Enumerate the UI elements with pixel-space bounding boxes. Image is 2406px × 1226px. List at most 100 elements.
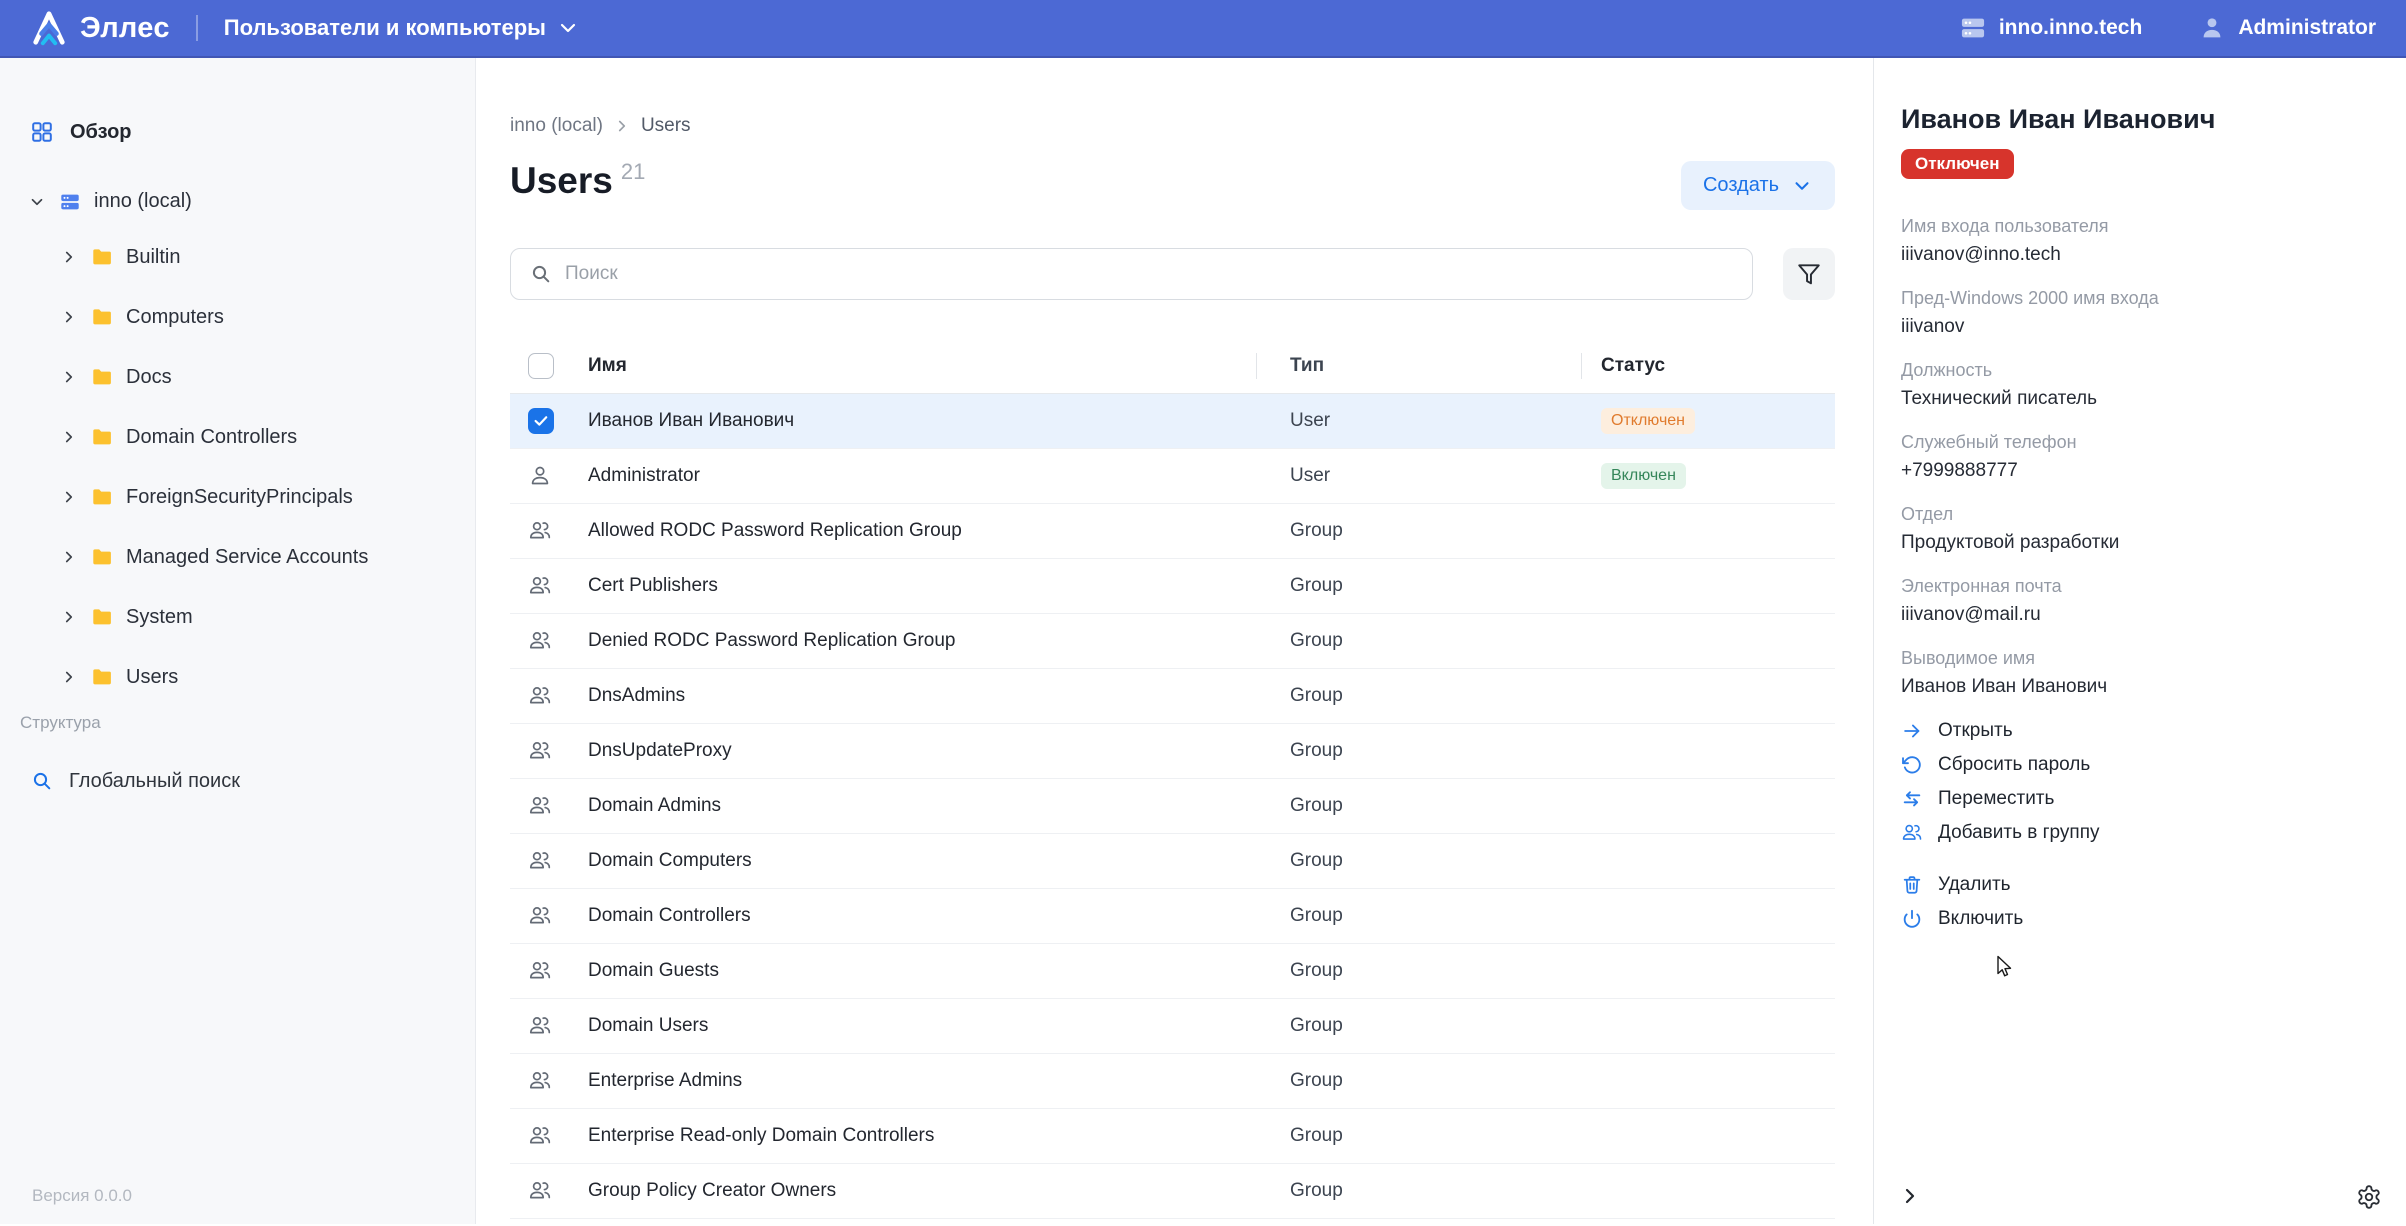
chevron-right-icon[interactable]	[60, 668, 78, 686]
field-department: Отдел Продуктовой разработки	[1901, 503, 2380, 555]
table-row[interactable]: Domain Computers Group	[510, 834, 1835, 889]
field-job-title: Должность Технический писатель	[1901, 359, 2380, 411]
select-all-checkbox[interactable]	[528, 353, 554, 379]
search-icon	[529, 262, 553, 286]
tree-item-system[interactable]: System	[0, 587, 475, 647]
group-icon	[528, 519, 552, 543]
domain-name: inno.inno.tech	[1999, 16, 2142, 40]
panel-status-badge: Отключен	[1901, 149, 2014, 179]
action-open[interactable]: Открыть	[1901, 719, 2380, 743]
action-add-to-group[interactable]: Добавить в группу	[1901, 821, 2380, 845]
action-delete[interactable]: Удалить	[1901, 873, 2380, 897]
table-row[interactable]: Domain Guests Group	[510, 944, 1835, 999]
table-row[interactable]: Administrator User Включен	[510, 449, 1835, 504]
domain-indicator[interactable]: inno.inno.tech	[1959, 14, 2142, 42]
chevron-right-icon[interactable]	[60, 248, 78, 266]
mouse-cursor	[1992, 954, 2016, 982]
field-value: iiivanov	[1901, 315, 2380, 339]
panel-collapse-chevron[interactable]	[1898, 1184, 1922, 1208]
tree-item-managed-service-accounts[interactable]: Managed Service Accounts	[0, 527, 475, 587]
action-enable[interactable]: Включить	[1901, 907, 2380, 931]
gear-icon[interactable]	[2356, 1184, 2382, 1210]
tree-children: Builtin Computers Docs Domain Controller…	[0, 227, 475, 707]
table-row[interactable]: Иванов Иван Иванович User Отключен	[510, 394, 1835, 449]
folder-icon	[91, 486, 113, 508]
tree-item-computers[interactable]: Computers	[0, 287, 475, 347]
table-row[interactable]: Allowed RODC Password Replication Group …	[510, 504, 1835, 559]
create-button[interactable]: Создать	[1681, 161, 1835, 210]
breadcrumb-item-users: Users	[641, 115, 691, 137]
field-label: Пред-Windows 2000 имя входа	[1901, 287, 2380, 309]
app-window: Эллес Пользователи и компьютеры inno.inn…	[0, 0, 2406, 1226]
chevron-right-icon[interactable]	[60, 308, 78, 326]
table-row[interactable]: Enterprise Read-only Domain Controllers …	[510, 1109, 1835, 1164]
row-type: Group	[1256, 1015, 1581, 1037]
user-icon	[528, 464, 552, 488]
tree-root-label: inno (local)	[94, 190, 192, 213]
filter-button[interactable]	[1783, 248, 1835, 300]
group-icon	[528, 574, 552, 598]
column-header-status[interactable]: Статус	[1581, 355, 1835, 377]
table-row[interactable]: Domain Users Group	[510, 999, 1835, 1054]
row-type: Group	[1256, 795, 1581, 817]
chevron-right-icon[interactable]	[60, 608, 78, 626]
field-display-name: Выводимое имя Иванов Иван Иванович	[1901, 647, 2380, 699]
table-row[interactable]: DnsUpdateProxy Group	[510, 724, 1835, 779]
tree-item-label: Users	[126, 666, 178, 689]
field-value: iiivanov@inno.tech	[1901, 243, 2380, 267]
swap-arrows-icon	[1901, 788, 1923, 810]
table-row[interactable]: Cert Publishers Group	[510, 559, 1835, 614]
row-name: Domain Users	[588, 1015, 1256, 1037]
sidebar: Обзор inno (local) Builtin Computers	[0, 58, 476, 1224]
chevron-right-icon	[613, 117, 631, 135]
topbar: Эллес Пользователи и компьютеры inno.inn…	[0, 0, 2406, 58]
chevron-right-icon[interactable]	[60, 488, 78, 506]
action-reset-password[interactable]: Сбросить пароль	[1901, 753, 2380, 777]
table-row[interactable]: Denied RODC Password Replication Group G…	[510, 614, 1835, 669]
row-name: Domain Computers	[588, 850, 1256, 872]
global-search-button[interactable]: Глобальный поиск	[30, 769, 475, 793]
server-icon	[1959, 14, 1987, 42]
row-name: Administrator	[588, 465, 1256, 487]
tree-root-inno-local[interactable]: inno (local)	[28, 190, 475, 213]
chevron-right-icon[interactable]	[60, 368, 78, 386]
tree-item-foreignsecurityprincipals[interactable]: ForeignSecurityPrincipals	[0, 467, 475, 527]
panel-actions: Открыть Сбросить пароль Переместить Доба…	[1901, 719, 2380, 845]
tree-item-users[interactable]: Users	[0, 647, 475, 707]
row-type: Group	[1256, 575, 1581, 597]
app-switcher-label: Пользователи и компьютеры	[224, 15, 546, 41]
row-name: Domain Controllers	[588, 905, 1256, 927]
breadcrumb-item-inno-local[interactable]: inno (local)	[510, 115, 603, 137]
app-switcher[interactable]: Пользователи и компьютеры	[224, 15, 580, 41]
add-to-group-icon	[1901, 822, 1923, 844]
tree-item-builtin[interactable]: Builtin	[0, 227, 475, 287]
column-header-name[interactable]: Имя	[588, 355, 1256, 377]
tree-item-domain-controllers[interactable]: Domain Controllers	[0, 407, 475, 467]
table-row[interactable]: Enterprise Admins Group	[510, 1054, 1835, 1109]
table-row[interactable]: Group Policy Creator Owners Group	[510, 1164, 1835, 1219]
field-value: +7999888777	[1901, 459, 2380, 483]
table-row[interactable]: Domain Controllers Group	[510, 889, 1835, 944]
topbar-divider	[196, 15, 198, 41]
chevron-right-icon[interactable]	[60, 428, 78, 446]
user-menu[interactable]: Administrator	[2198, 14, 2376, 42]
row-name: DnsUpdateProxy	[588, 740, 1256, 762]
server-icon	[59, 191, 81, 213]
row-name: Denied RODC Password Replication Group	[588, 630, 1256, 652]
search-input[interactable]	[565, 263, 1734, 285]
chevron-down-icon[interactable]	[28, 193, 46, 211]
table-row[interactable]: DnsAdmins Group	[510, 669, 1835, 724]
column-header-type[interactable]: Тип	[1256, 355, 1581, 377]
table-row[interactable]: Domain Admins Group	[510, 779, 1835, 834]
chevron-right-icon[interactable]	[60, 548, 78, 566]
row-checkbox[interactable]	[528, 408, 554, 434]
action-label: Включить	[1938, 908, 2023, 930]
action-move[interactable]: Переместить	[1901, 787, 2380, 811]
field-value: Технический писатель	[1901, 387, 2380, 411]
tree-item-label: Docs	[126, 366, 172, 389]
filter-icon	[1796, 261, 1822, 287]
sidebar-item-overview[interactable]: Обзор	[30, 120, 475, 144]
brand-logo-icon	[30, 9, 68, 47]
table-header: Имя Тип Статус	[510, 339, 1835, 394]
tree-item-docs[interactable]: Docs	[0, 347, 475, 407]
